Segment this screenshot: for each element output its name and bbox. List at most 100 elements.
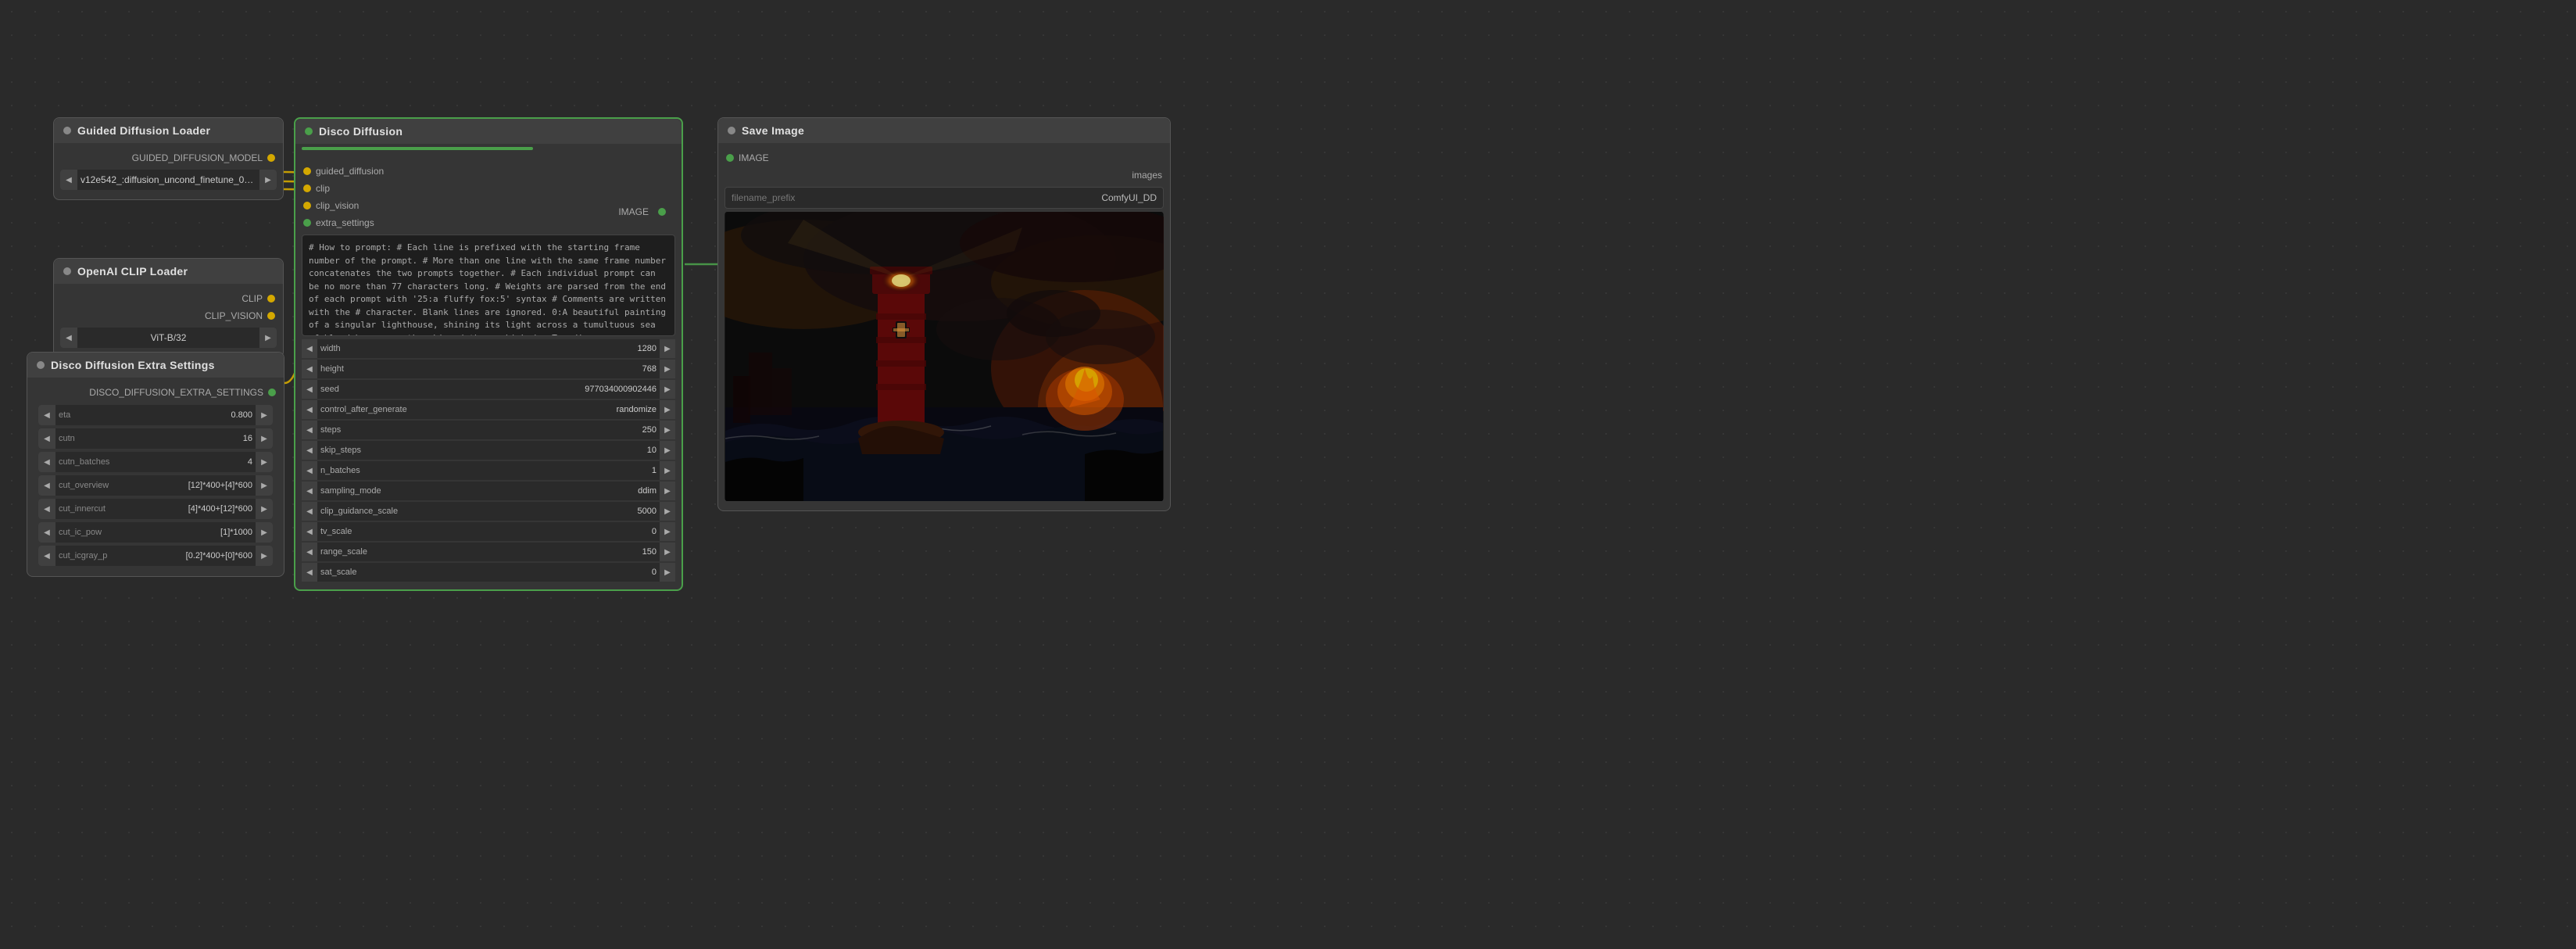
disco-progress-bar <box>302 147 533 150</box>
increment-btn-gdl[interactable]: ▶ <box>259 170 277 190</box>
node-title-clip: OpenAI CLIP Loader <box>77 265 188 278</box>
cut-icgray-dec[interactable]: ◀ <box>38 546 55 566</box>
param-seed: ◀ seed 977034000902446 ▶ <box>302 380 675 399</box>
port-dot-clip-vision[interactable] <box>303 202 311 209</box>
cut-overview-dec[interactable]: ◀ <box>38 475 55 496</box>
input-dot-save[interactable] <box>726 154 734 162</box>
port-dot-extra[interactable] <box>303 219 311 227</box>
cut-innercut-label: cut_innercut <box>55 504 188 514</box>
sat-scale-dec[interactable]: ◀ <box>302 563 317 582</box>
sat-scale-inc[interactable]: ▶ <box>660 563 675 582</box>
height-inc[interactable]: ▶ <box>660 360 675 378</box>
param-skip-steps: ◀ skip_steps 10 ▶ <box>302 441 675 460</box>
output-dot-clip[interactable] <box>267 295 275 303</box>
node-title-extra: Disco Diffusion Extra Settings <box>51 359 215 371</box>
output-label-gdl: GUIDED_DIFFUSION_MODEL <box>132 152 263 163</box>
height-dec[interactable]: ◀ <box>302 360 317 378</box>
control-after-inc[interactable]: ▶ <box>660 400 675 419</box>
output-dot-gdl[interactable] <box>267 154 275 162</box>
clip-guidance-inc[interactable]: ▶ <box>660 502 675 521</box>
port-label-clip-vision: clip_vision <box>316 200 359 211</box>
param-control-after: ◀ control_after_generate randomize ▶ <box>302 400 675 419</box>
output-dot-extra[interactable] <box>268 389 276 396</box>
height-value: 768 <box>442 364 660 374</box>
control-after-dec[interactable]: ◀ <box>302 400 317 419</box>
node-content-gdl: GUIDED_DIFFUSION_MODEL ◀ v12e542_:diffus… <box>54 143 283 199</box>
cutn-batches-input: ◀ cutn_batches 4 ▶ <box>38 452 273 472</box>
filename-label: filename_prefix <box>732 192 1101 203</box>
output-dot-disco[interactable] <box>658 208 666 216</box>
range-scale-dec[interactable]: ◀ <box>302 543 317 561</box>
port-dot-clip[interactable] <box>303 184 311 192</box>
port-label-extra: extra_settings <box>316 217 374 228</box>
node-title-save: Save Image <box>742 124 804 137</box>
cut-overview-inc[interactable]: ▶ <box>256 475 273 496</box>
steps-value: 250 <box>442 425 660 435</box>
filename-row[interactable]: filename_prefix ComfyUI_DD <box>724 187 1164 209</box>
param-range-scale: ◀ range_scale 150 ▶ <box>302 543 675 561</box>
clip-guidance-dec[interactable]: ◀ <box>302 502 317 521</box>
seed-dec[interactable]: ◀ <box>302 380 317 399</box>
cut-innercut-value: [4]*400+[12]*600 <box>188 504 256 514</box>
param-width: ◀ width 1280 ▶ <box>302 339 675 358</box>
output-port-extra: DISCO_DIFFUSION_EXTRA_SETTINGS <box>27 384 284 401</box>
decrement-btn-gdl[interactable]: ◀ <box>60 170 77 190</box>
node-status-dot-save <box>728 127 735 134</box>
cut-ic-pow-inc[interactable]: ▶ <box>256 522 273 543</box>
increment-btn-clip[interactable]: ▶ <box>259 328 277 348</box>
cutn-label: cutn <box>55 434 243 443</box>
cut-ic-pow-dec[interactable]: ◀ <box>38 522 55 543</box>
port-label-guided: guided_diffusion <box>316 166 384 177</box>
n-batches-label: n_batches <box>317 466 442 475</box>
width-dec[interactable]: ◀ <box>302 339 317 358</box>
extra-settings-node: Disco Diffusion Extra Settings DISCO_DIF… <box>27 352 284 577</box>
cut-ic-pow-label: cut_ic_pow <box>55 528 220 537</box>
steps-dec[interactable]: ◀ <box>302 421 317 439</box>
steps-inc[interactable]: ▶ <box>660 421 675 439</box>
prompt-text-area[interactable]: # How to prompt: # Each line is prefixed… <box>302 235 675 336</box>
model-value-clip: ViT-B/32 <box>77 332 259 343</box>
cut-innercut-input: ◀ cut_innercut [4]*400+[12]*600 ▶ <box>38 499 273 519</box>
width-label: width <box>317 344 442 353</box>
input-label-save: IMAGE <box>739 152 769 163</box>
control-after-label: control_after_generate <box>317 405 442 414</box>
input-port-save: IMAGE <box>718 149 1170 167</box>
sampling-inc[interactable]: ▶ <box>660 482 675 500</box>
cutn-inc[interactable]: ▶ <box>256 428 273 449</box>
skip-steps-dec[interactable]: ◀ <box>302 441 317 460</box>
cutn-dec[interactable]: ◀ <box>38 428 55 449</box>
node-status-dot-clip <box>63 267 71 275</box>
cut-innercut-dec[interactable]: ◀ <box>38 499 55 519</box>
output-port-gdl: GUIDED_DIFFUSION_MODEL <box>54 149 283 167</box>
port-dot-guided[interactable] <box>303 167 311 175</box>
cut-innercut-inc[interactable]: ▶ <box>256 499 273 519</box>
seed-inc[interactable]: ▶ <box>660 380 675 399</box>
decrement-btn-clip[interactable]: ◀ <box>60 328 77 348</box>
n-batches-dec[interactable]: ◀ <box>302 461 317 480</box>
cutn-batches-dec[interactable]: ◀ <box>38 452 55 472</box>
n-batches-inc[interactable]: ▶ <box>660 461 675 480</box>
model-input-gdl: ◀ v12e542_:diffusion_uncond_finetune_008… <box>60 170 277 190</box>
port-guided-diffusion: guided_diffusion <box>295 163 682 180</box>
tv-scale-dec[interactable]: ◀ <box>302 522 317 541</box>
cut-icgray-inc[interactable]: ▶ <box>256 546 273 566</box>
output-dot-clip-vision[interactable] <box>267 312 275 320</box>
tv-scale-value: 0 <box>442 527 660 536</box>
node-title-disco: Disco Diffusion <box>319 125 402 138</box>
sampling-dec[interactable]: ◀ <box>302 482 317 500</box>
disco-diffusion-node: Disco Diffusion guided_diffusion clip cl… <box>294 117 683 591</box>
cutn-batches-inc[interactable]: ▶ <box>256 452 273 472</box>
cutn-batches-value: 4 <box>248 457 256 467</box>
param-clip-guidance: ◀ clip_guidance_scale 5000 ▶ <box>302 502 675 521</box>
eta-inc[interactable]: ▶ <box>256 405 273 425</box>
cut-ic-pow-input: ◀ cut_ic_pow [1]*1000 ▶ <box>38 522 273 543</box>
width-inc[interactable]: ▶ <box>660 339 675 358</box>
range-scale-inc[interactable]: ▶ <box>660 543 675 561</box>
model-input-clip: ◀ ViT-B/32 ▶ <box>60 328 277 348</box>
n-batches-value: 1 <box>442 466 660 475</box>
node-header-disco: Disco Diffusion <box>295 119 682 144</box>
filename-value: ComfyUI_DD <box>1101 192 1157 203</box>
skip-steps-inc[interactable]: ▶ <box>660 441 675 460</box>
eta-dec[interactable]: ◀ <box>38 405 55 425</box>
tv-scale-inc[interactable]: ▶ <box>660 522 675 541</box>
